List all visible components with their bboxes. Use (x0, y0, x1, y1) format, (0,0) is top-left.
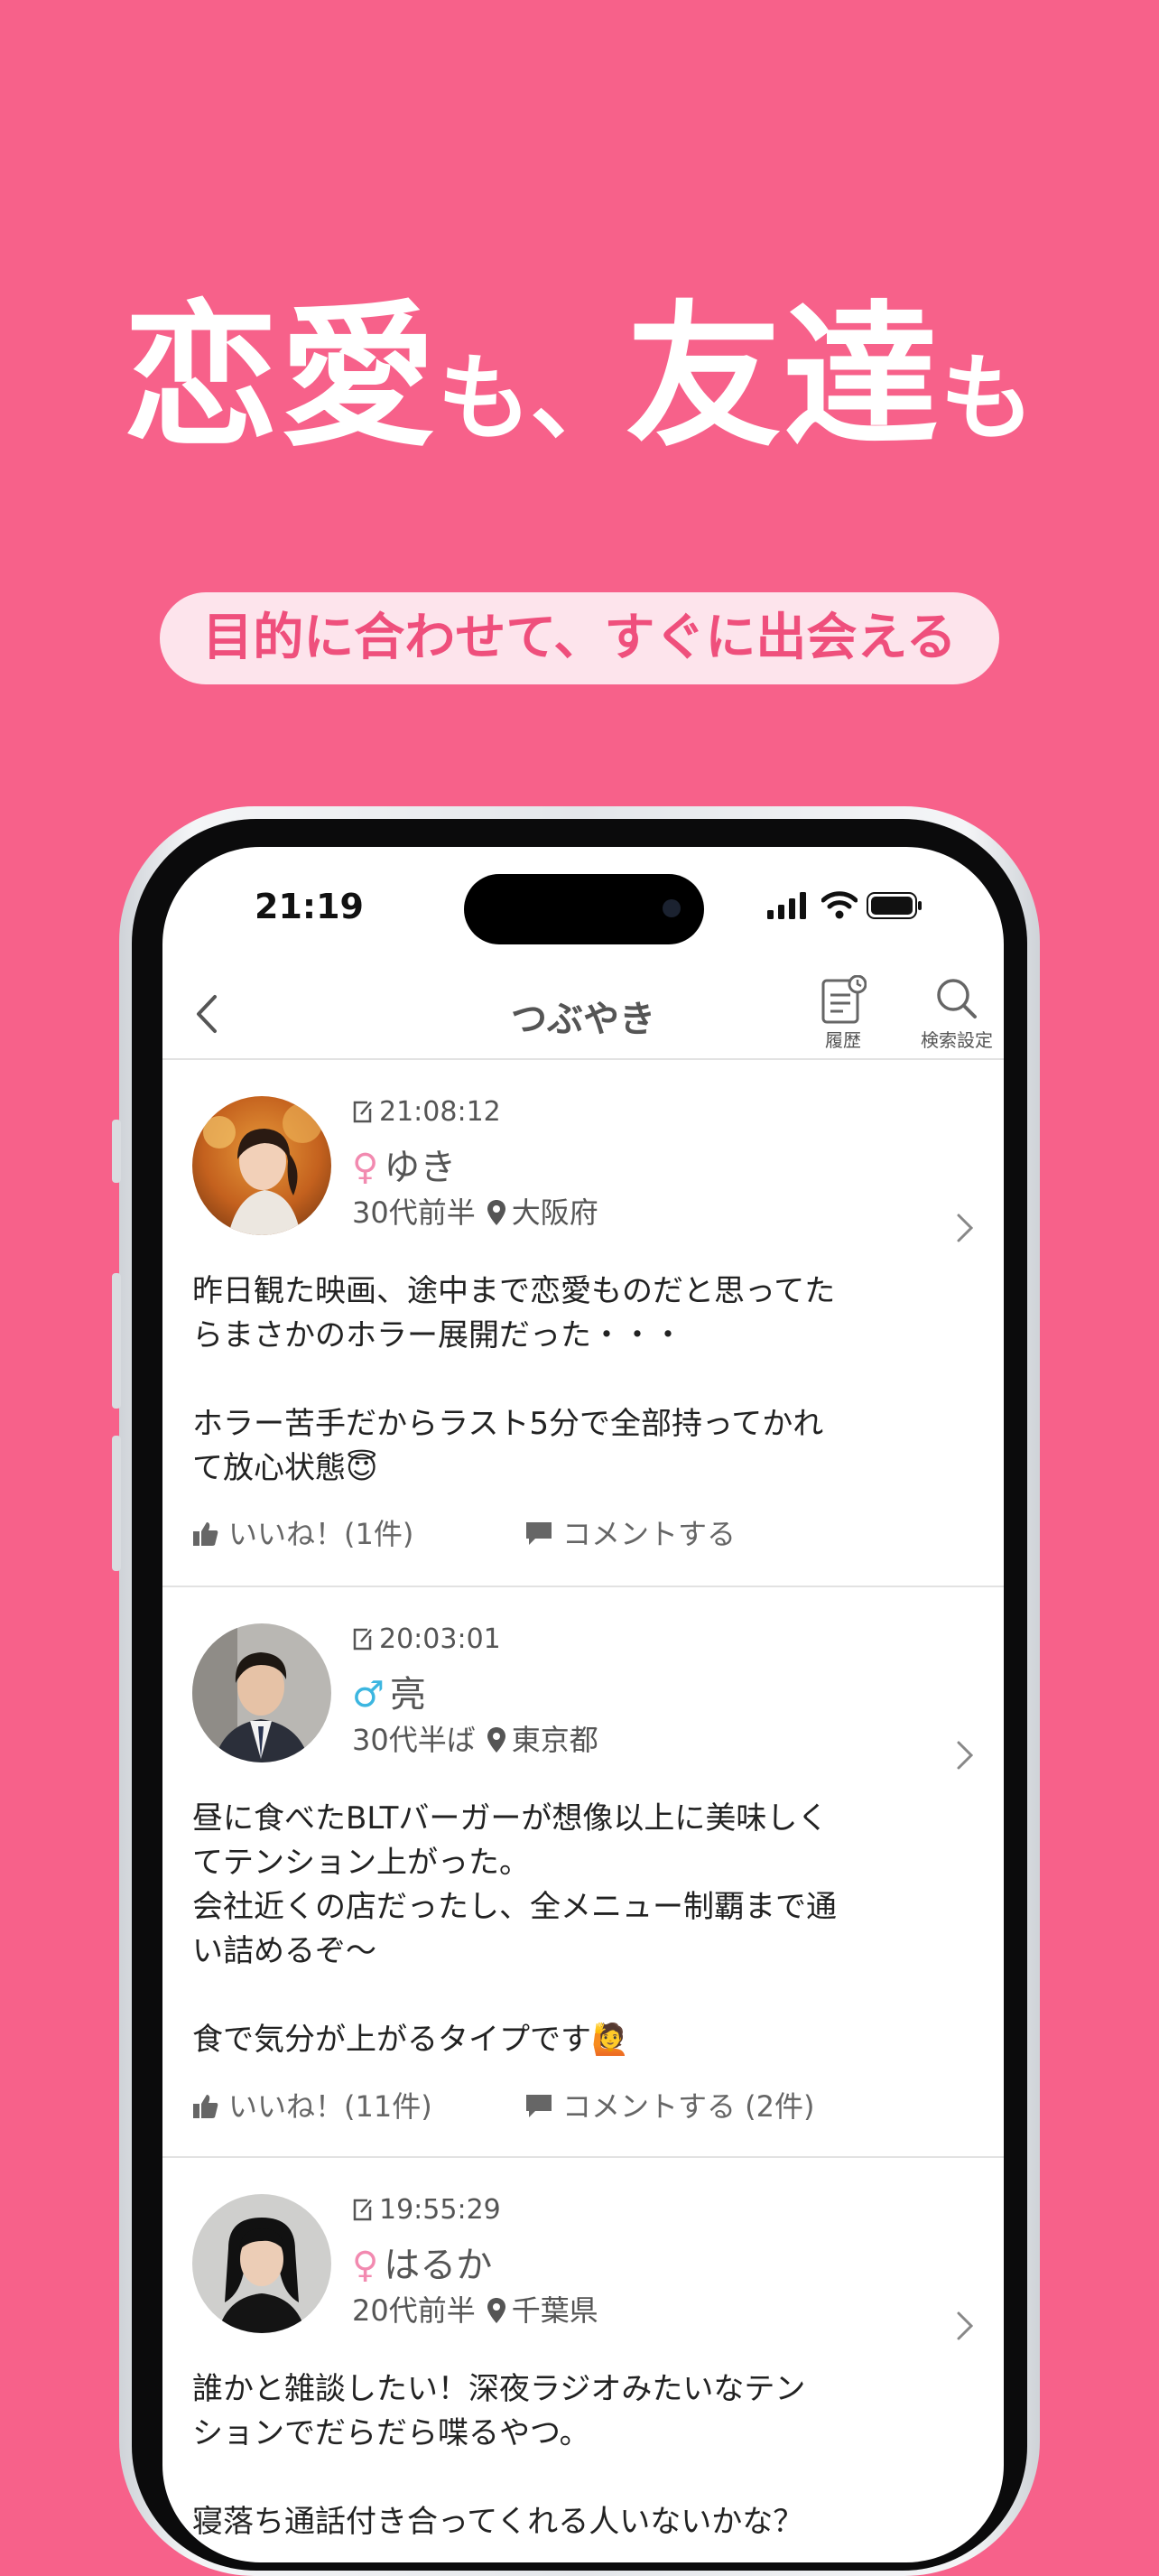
post-time: 20:03:01 (352, 1623, 501, 1655)
post-body: 昼に食べたBLTバーガーが想像以上に美味しく てテンション上がった。 会社近くの… (192, 1800, 837, 2058)
battery-icon (867, 892, 922, 919)
female-icon: ♀ (352, 1147, 379, 1188)
history-button[interactable]: 履歴 (816, 975, 870, 1052)
headline-part4: も (940, 343, 1036, 453)
location-pin-icon (487, 1727, 505, 1753)
dynamic-island (464, 874, 704, 944)
thumbs-up-icon (193, 1522, 218, 1546)
signal-icon (767, 892, 806, 919)
edit-icon (353, 1101, 372, 1123)
edit-icon (353, 1628, 372, 1651)
search-settings-label: 検索設定 (921, 1029, 993, 1051)
male-icon: ♂ (352, 1674, 385, 1716)
nav-bar: つぶやき 履歴 検索設定 (162, 964, 1004, 1060)
headline-part2: も、 (437, 343, 626, 453)
post-body: 誰かと雑談したい！深夜ラジオみたいなテン ションでだらだら喋るやつ。 寝落ち通話… (192, 2371, 806, 2540)
user-info: 20代前半 千葉県 (352, 2288, 598, 2330)
user-name: ♂ 亮 (352, 1665, 426, 1717)
history-label: 履歴 (825, 1029, 861, 1051)
female-icon: ♀ (352, 2245, 379, 2286)
post-time: 21:08:12 (352, 1096, 501, 1128)
location-pin-icon (487, 2298, 505, 2323)
user-age: 30代前半 (352, 1195, 476, 1230)
like-button[interactable]: いいね！(11件) (192, 2084, 432, 2125)
chevron-right-icon[interactable] (955, 1739, 975, 1772)
location-pin-icon (487, 1200, 505, 1225)
post-time-text: 20:03:01 (379, 1623, 501, 1655)
thumbs-up-icon (193, 2095, 218, 2118)
user-age: 20代前半 (352, 2293, 476, 2328)
phone-volume-up (112, 1273, 121, 1409)
chevron-right-icon[interactable] (955, 1212, 975, 1244)
post-time: 19:55:29 (352, 2194, 501, 2226)
user-name-text: 亮 (389, 1674, 426, 1716)
post-item[interactable]: 19:55:29 ♀ はるか 20代前半 千葉県 誰かと雑談したい！深夜ラジオみたい… (162, 2158, 1004, 2562)
user-info: 30代半ば 東京都 (352, 1717, 598, 1759)
user-location: 東京都 (511, 1723, 598, 1757)
avatar[interactable] (192, 2194, 331, 2333)
status-time: 21:19 (255, 887, 364, 926)
headline-part1: 恋愛 (123, 286, 438, 468)
headline-part3: 友達 (626, 286, 941, 468)
user-name: ♀ はるか (352, 2236, 492, 2288)
camera-icon (663, 899, 681, 917)
avatar[interactable] (192, 1096, 331, 1235)
comment-label: コメントする (562, 1517, 737, 1551)
post-body: 昨日観た映画、途中まで恋愛ものだと思ってた らまさかのホラー展開だった・・・ ホ… (192, 1273, 836, 1486)
avatar[interactable] (192, 1623, 331, 1762)
nav-title: つぶやき (511, 999, 655, 1040)
comment-button[interactable]: コメントする (524, 1511, 736, 1553)
headline: 恋愛も、友達も (0, 287, 1159, 468)
like-button[interactable]: いいね！(1件) (192, 1511, 413, 1553)
user-info: 30代前半 大阪府 (352, 1190, 598, 1232)
edit-icon (353, 2199, 372, 2221)
comment-icon (526, 2095, 552, 2117)
phone-volume-down (112, 1436, 121, 1571)
comment-label: コメントする (2件) (562, 2089, 815, 2124)
like-label: いいね！(11件) (228, 2089, 432, 2124)
post-time-text: 21:08:12 (379, 1096, 501, 1128)
chevron-right-icon[interactable] (955, 2310, 975, 2342)
subheadline-pill: 目的に合わせて、すぐに出会える (160, 592, 999, 684)
wifi-icon (821, 891, 858, 919)
user-location: 大阪府 (511, 1195, 598, 1230)
phone-side-button (112, 1120, 121, 1183)
user-location: 千葉県 (511, 2293, 598, 2328)
comment-icon (526, 1522, 552, 1545)
user-name: ♀ ゆき (352, 1138, 456, 1190)
comment-button[interactable]: コメントする (2件) (524, 2084, 815, 2125)
like-label: いいね！(1件) (228, 1517, 414, 1551)
user-name-text: ゆき (384, 1147, 457, 1188)
phone-screen: 21:19 つぶやき 履歴 検索設定 21:08:12 ♀ ゆき 30代前半 大… (162, 847, 1004, 2562)
search-icon (937, 979, 977, 1018)
history-icon (821, 975, 867, 1024)
post-item[interactable]: 21:08:12 ♀ ゆき 30代前半 大阪府 昨日観た映画、途中まで恋愛ものだと思… (162, 1060, 1004, 1587)
user-age: 30代半ば (352, 1723, 476, 1757)
post-item[interactable]: 20:03:01 ♂ 亮 30代半ば 東京都 昼に食べたBLTバーガーが想像以上に美… (162, 1587, 1004, 2158)
user-name-text: はるか (384, 2245, 493, 2286)
post-time-text: 19:55:29 (379, 2194, 501, 2226)
search-settings-button[interactable]: 検索設定 (912, 975, 1002, 1052)
